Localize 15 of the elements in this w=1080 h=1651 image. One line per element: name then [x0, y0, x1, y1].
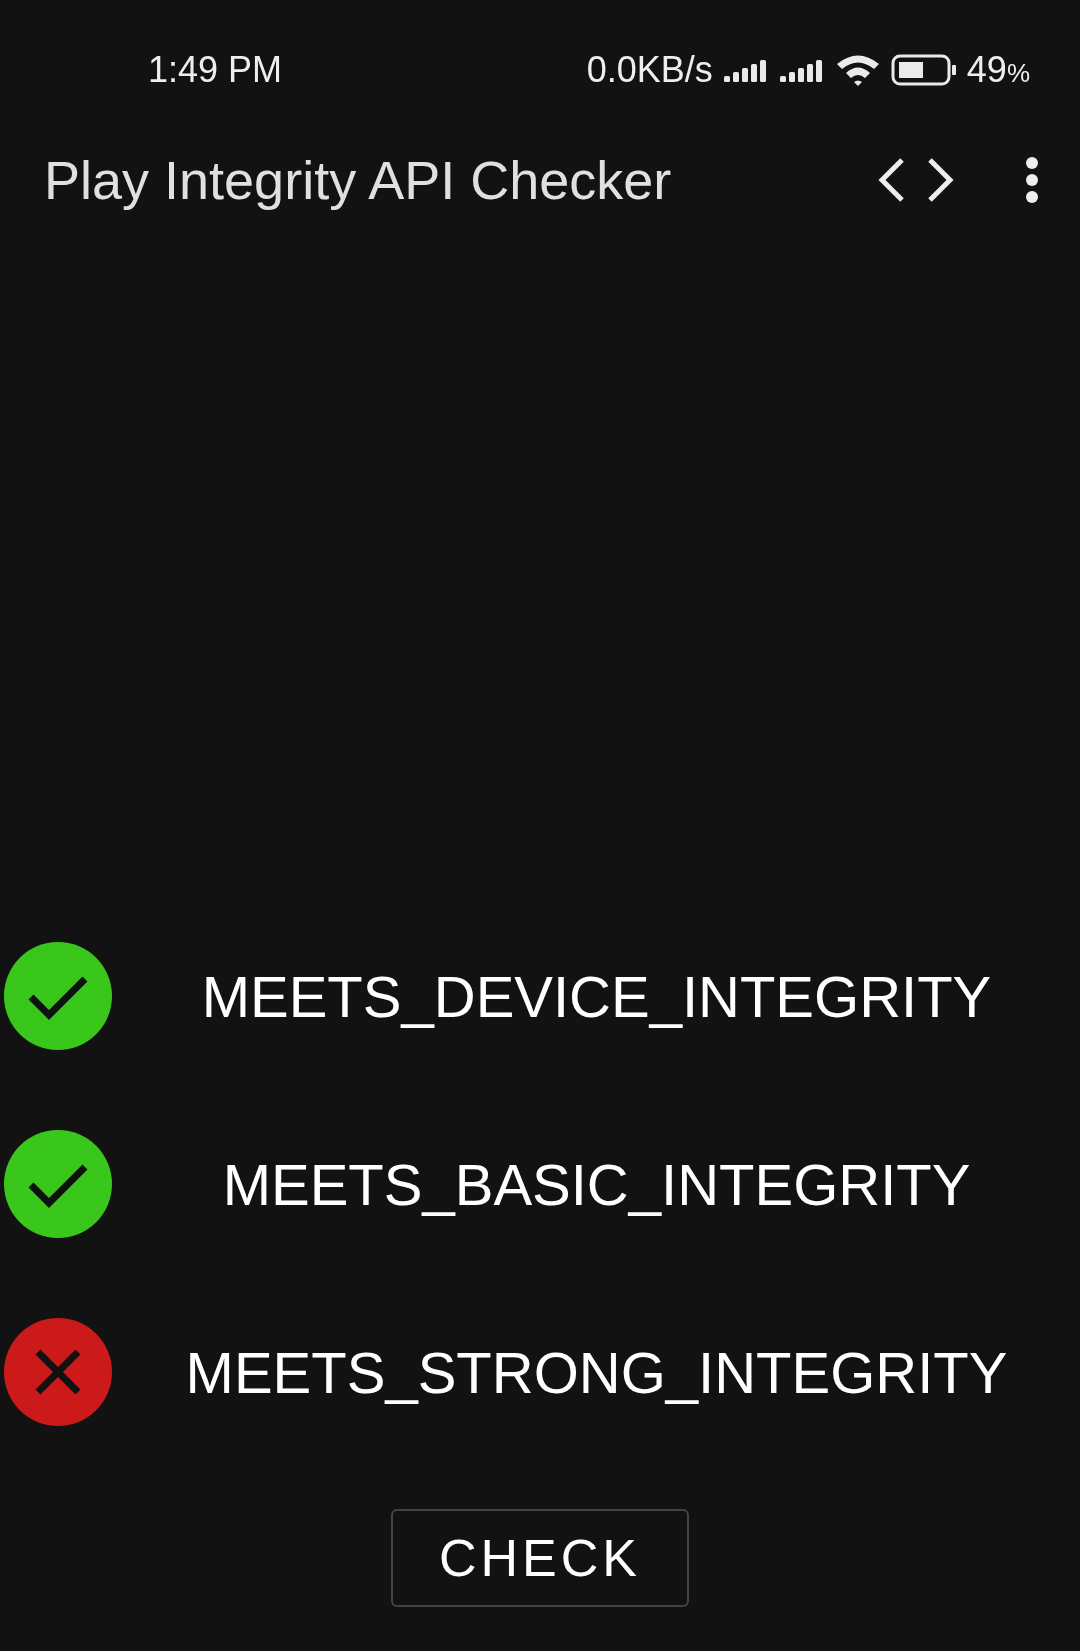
battery-icon [890, 54, 957, 86]
battery-percent: 49% [966, 48, 1030, 92]
more-options-button[interactable] [1024, 157, 1040, 203]
verdict-label: MEETS_DEVICE_INTEGRITY [201, 962, 992, 1031]
signal-icon [778, 58, 825, 82]
menu-icon [1024, 157, 1040, 203]
check-button[interactable]: CHECK [391, 1509, 689, 1607]
verdict-label: MEETS_STRONG_INTEGRITY [185, 1338, 1008, 1407]
code-button[interactable] [878, 157, 954, 203]
status-time: 1:49 PM [148, 48, 283, 92]
network-speed: 0.0KB/s [586, 48, 713, 92]
code-icon [878, 157, 954, 203]
signal-icon [722, 58, 769, 82]
verdict-label: MEETS_BASIC_INTEGRITY [222, 1150, 971, 1219]
app-title: Play Integrity API Checker [44, 148, 673, 212]
